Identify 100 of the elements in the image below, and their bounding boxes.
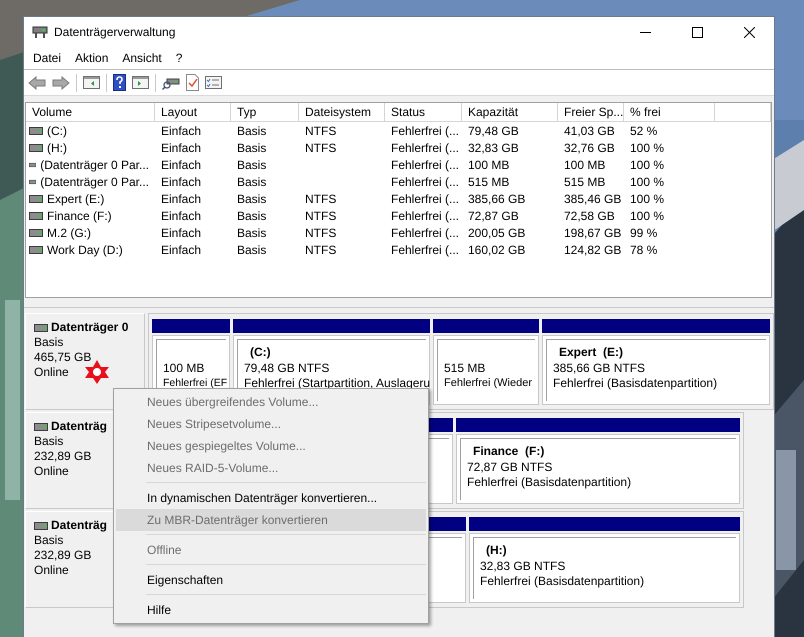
volume-size: 79,48 GB NTFS — [244, 360, 330, 376]
table-cell: (H:) — [47, 140, 67, 154]
table-cell: 200,05 GB — [468, 226, 526, 240]
volume-status: Fehlerfrei (Startpartition, Auslageru — [244, 376, 430, 392]
table-cell: 124,82 GB — [564, 242, 622, 256]
disk-size: 465,75 GB — [34, 350, 92, 365]
table-cell: Basis — [237, 208, 266, 222]
disk-type: Basis — [34, 533, 64, 548]
disk-type: Basis — [34, 335, 64, 350]
partition-box[interactable]: Expert (E:) 385,66 GB NTFS Fehlerfrei (Basisdatenpartition) — [542, 335, 770, 405]
table-cell: (Datenträger 0 Par... — [40, 158, 149, 172]
table-cell: Basis — [237, 192, 266, 206]
table-cell: NTFS — [305, 192, 336, 206]
table-cell: 32,83 GB — [468, 140, 519, 154]
table-cell: 72,87 GB — [468, 208, 519, 222]
table-cell: Basis — [237, 242, 266, 256]
volume-status: Fehlerfrei (Basisdatenpartition) — [553, 376, 718, 392]
table-cell: Expert (E:) — [47, 192, 104, 206]
table-cell: Fehlerfrei (... — [391, 242, 460, 256]
table-cell: 100 % — [630, 158, 664, 172]
help-icon[interactable] — [113, 74, 126, 91]
volume-status: Fehlerfrei (Basisdatenpartition) — [467, 475, 632, 490]
disk-type: Basis — [34, 434, 64, 449]
table-cell: 79,48 GB — [468, 124, 519, 138]
table-cell: Einfach — [161, 208, 202, 222]
drive-icon — [29, 160, 36, 168]
disk-label-panel[interactable]: Datenträger 0 Basis 465,75 GB Online — [25, 313, 145, 410]
drive-icon — [29, 126, 43, 134]
disk-name: Datenträg — [51, 518, 108, 533]
table-cell: Basis — [237, 158, 266, 172]
disk-size: 232,89 GB — [34, 548, 92, 563]
window-title: Datenträgerverwaltung — [54, 25, 176, 39]
table-cell: (Datenträger 0 Par... — [40, 174, 149, 188]
table-cell: 100 % — [630, 140, 664, 154]
table-cell: Einfach — [161, 124, 202, 138]
disk-status: Online — [34, 464, 69, 479]
volume-status: Fehlerfrei (EF — [163, 376, 228, 391]
close-icon[interactable] — [744, 26, 754, 38]
disk-status: Online — [34, 563, 69, 578]
table-cell: Einfach — [161, 226, 202, 240]
volume-name: (C:) — [249, 345, 272, 360]
table-cell: 100 MB — [564, 158, 606, 172]
volume-name: Finance (F:) — [472, 444, 546, 460]
volume-size: 100 MB — [163, 360, 206, 376]
forward-icon[interactable] — [52, 76, 70, 90]
back-icon[interactable] — [28, 76, 46, 90]
table-cell: 100 MB — [468, 158, 510, 172]
checklist-icon[interactable] — [205, 76, 222, 89]
partition-box[interactable]: Finance (F:) 72,87 GB NTFS Fehlerfrei (Basisdatenpartition) — [456, 434, 740, 504]
table-cell: Finance (F:) — [47, 208, 112, 222]
table-cell: 100 % — [630, 208, 664, 222]
maximize-icon[interactable] — [692, 26, 702, 38]
table-cell: (C:) — [47, 124, 67, 138]
partition-box[interactable]: 515 MB Fehlerfrei (Wieder — [433, 335, 539, 405]
table-cell: 41,03 GB — [564, 124, 615, 138]
volume-status: Fehlerfrei (Basisdatenpartition) — [480, 574, 644, 590]
table-cell: Einfach — [161, 158, 202, 172]
table-cell: M.2 (G:) — [47, 226, 91, 240]
table-cell: 385,46 GB — [564, 192, 622, 206]
table-cell: Fehlerfrei (... — [391, 158, 460, 172]
partition-box[interactable]: (H:) 32,83 GB NTFS Fehlerfrei (Basisdatenpartition) — [469, 533, 740, 603]
table-cell: Einfach — [161, 192, 202, 206]
drive-icon — [34, 324, 48, 332]
drive-icon — [29, 228, 43, 236]
panel-icon[interactable] — [132, 76, 149, 89]
drive-icon — [29, 178, 36, 186]
table-cell: NTFS — [305, 208, 336, 222]
table-cell: Fehlerfrei (... — [391, 174, 460, 188]
disk-size: 232,89 GB — [34, 449, 92, 464]
drive-search-icon[interactable] — [162, 76, 180, 90]
table-cell: Fehlerfrei (... — [391, 226, 460, 240]
table-cell: 385,66 GB — [468, 192, 526, 206]
drive-icon — [29, 144, 43, 152]
table-cell: Einfach — [161, 174, 202, 188]
disk-management-icon — [32, 25, 48, 39]
menu-bar-item[interactable]: Datei — [26, 51, 68, 65]
table-cell: Fehlerfrei (... — [391, 192, 460, 206]
table-cell: Basis — [237, 174, 266, 188]
table-cell: 32,76 GB — [564, 140, 615, 154]
drive-icon — [29, 194, 43, 202]
table-cell: Einfach — [161, 242, 202, 256]
table-cell: Fehlerfrei (... — [391, 208, 460, 222]
table-cell: 198,67 GB — [564, 226, 622, 240]
drive-icon — [34, 422, 48, 430]
document-check-icon[interactable] — [186, 74, 199, 91]
table-cell: NTFS — [305, 242, 336, 256]
drive-icon — [29, 212, 43, 220]
table-cell: NTFS — [305, 124, 336, 138]
menu-bar-item[interactable]: Ansicht — [115, 51, 169, 65]
panel-icon[interactable] — [83, 76, 100, 89]
table-cell: NTFS — [305, 226, 336, 240]
table-cell: NTFS — [305, 140, 336, 154]
volume-size: 385,66 GB NTFS — [553, 360, 646, 376]
table-cell: Fehlerfrei (... — [391, 124, 460, 138]
menu-bar-item[interactable]: ? — [168, 51, 190, 65]
table-cell: 72,58 GB — [564, 208, 615, 222]
volume-name: (H:) — [485, 543, 508, 558]
volume-size: 515 MB — [444, 360, 486, 376]
disk-name: Datenträger 0 — [51, 320, 128, 335]
menu-bar-item[interactable]: Aktion — [68, 51, 116, 65]
